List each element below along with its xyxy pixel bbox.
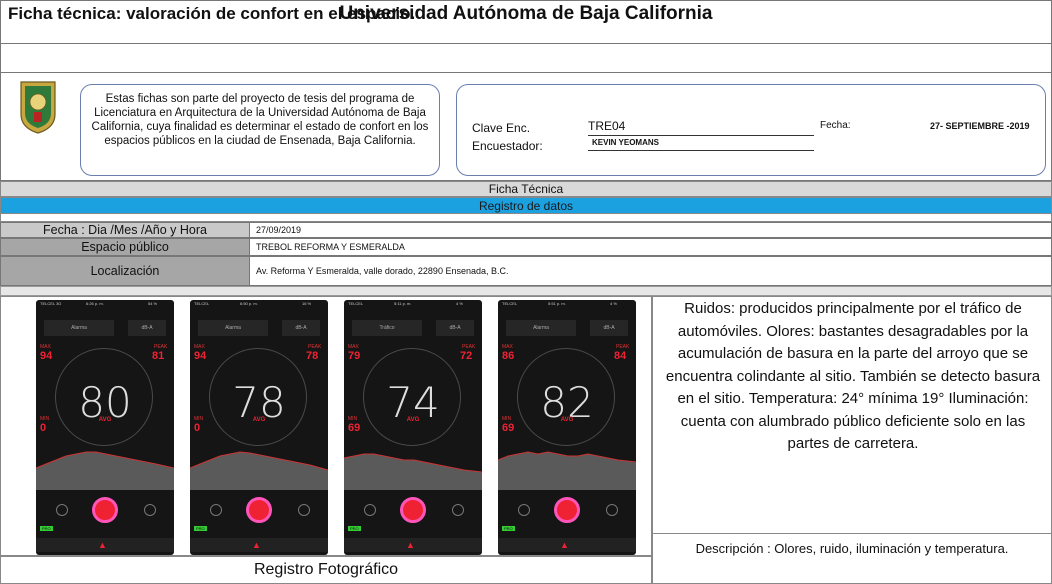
phone-mode-tab: Alarma — [506, 320, 576, 336]
pro-badge: PRO — [40, 526, 53, 531]
phone-nav-bar: ▲ — [36, 538, 174, 552]
noise-graph — [498, 451, 636, 490]
localizacion-label: Localización — [0, 256, 250, 286]
phone-unit-tab: dB-A — [436, 320, 474, 336]
sound-meter-screenshot: TELCEL 6:50 p. m. 16 % Alarma dB-A MAX 94 PEAK 7… — [190, 300, 328, 555]
phone-mode-tab: Alarma — [198, 320, 268, 336]
noise-graph — [190, 451, 328, 490]
university-title: Universidad Autónoma de Baja California — [339, 3, 713, 24]
clave-value: TRE04 — [588, 119, 814, 136]
phone-mode-tab: Alarma — [44, 320, 114, 336]
noise-graph — [344, 453, 482, 490]
avg-label: AVG — [406, 417, 420, 423]
description-text: Descripción : Olores, ruido, iluminación… — [695, 541, 1009, 556]
phone-battery: 4 % — [456, 301, 463, 306]
pro-badge: PRO — [194, 526, 207, 531]
description-divider — [652, 533, 1052, 534]
sound-meter-screenshot: TELCEL 5:11 p. m. 4 % Tráfico dB-A MAX 79 PEAK 7… — [344, 300, 482, 555]
espacio-publico-value: TREBOL REFORMA Y ESMERALDA — [250, 238, 1052, 256]
pause-icon — [518, 504, 530, 516]
phone-mode-tab: Tráfico — [352, 320, 422, 336]
fecha-hora-value: 27/09/2019 — [250, 222, 1052, 238]
photo-caption: Registro Fotográfico — [253, 561, 399, 578]
intro-text: Estas fichas son parte del proyecto de t… — [91, 93, 429, 147]
peak-value: 72 — [460, 350, 473, 362]
phone-unit-tab: dB-A — [282, 320, 320, 336]
clave-label: Clave Enc. — [472, 121, 531, 135]
peak-value: 84 — [614, 350, 627, 362]
record-button — [92, 497, 118, 523]
pause-icon — [56, 504, 68, 516]
spacer-row — [0, 214, 1052, 222]
phone-nav-bar: ▲ — [344, 538, 482, 552]
settings-icon — [144, 504, 156, 516]
max-value: 79 — [348, 350, 361, 362]
avg-label: AVG — [252, 417, 266, 423]
fecha-value: 27- SEPTIEMBRE -2019 — [930, 121, 1030, 131]
espacio-publico-label: Espacio público — [0, 238, 250, 256]
phone-battery: 54 % — [148, 301, 158, 306]
avg-label: AVG — [98, 417, 112, 423]
settings-icon — [606, 504, 618, 516]
sound-meter-screenshot: TELCEL 5:51 p. m. 4 % Alarma dB-A MAX 86 PEAK 84… — [498, 300, 636, 555]
phone-nav-bar: ▲ — [498, 538, 636, 552]
encuestador-value: KEVIN YEOMANS — [588, 136, 814, 151]
flame-icon: ▲ — [252, 540, 261, 550]
phone-unit-tab: dB-A — [128, 320, 166, 336]
pause-icon — [210, 504, 222, 516]
filler-row — [0, 286, 1052, 296]
settings-icon — [298, 504, 310, 516]
phone-nav-bar: ▲ — [190, 538, 328, 552]
flame-icon: ▲ — [406, 540, 415, 550]
max-value: 94 — [40, 350, 53, 362]
notes-text: Ruidos: producidos principalmente por el… — [665, 300, 1041, 452]
registro-datos-header: Registro de datos — [0, 197, 1052, 214]
record-button — [554, 497, 580, 523]
sound-meter-screenshot: TELCEL 3G 6:26 p. m. 54 % Alarma dB-A MAX 94 PE… — [36, 300, 174, 555]
fecha-label: Fecha: — [820, 120, 851, 131]
encuestador-label: Encuestador: — [472, 139, 543, 153]
flame-icon: ▲ — [560, 540, 569, 550]
pro-badge: PRO — [502, 526, 515, 531]
phone-unit-tab: dB-A — [590, 320, 628, 336]
phone-battery: 4 % — [610, 301, 617, 306]
peak-value: 78 — [306, 350, 319, 362]
settings-icon — [452, 504, 464, 516]
university-logo-icon — [20, 81, 56, 134]
pause-icon — [364, 504, 376, 516]
avg-label: AVG — [560, 417, 574, 423]
flame-icon: ▲ — [98, 540, 107, 550]
ficha-tecnica-header: Ficha Técnica — [0, 181, 1052, 197]
phone-battery: 16 % — [302, 301, 312, 306]
peak-value: 81 — [152, 350, 165, 362]
record-button — [246, 497, 272, 523]
university-row — [0, 44, 1052, 73]
record-button — [400, 497, 426, 523]
localizacion-value: Av. Reforma Y Esmeralda, valle dorado, 2… — [250, 256, 1052, 286]
max-value: 94 — [194, 350, 207, 362]
max-value: 86 — [502, 350, 515, 362]
fecha-hora-label: Fecha : Dia /Mes /Año y Hora — [0, 222, 250, 238]
noise-graph — [36, 451, 174, 490]
pro-badge: PRO — [348, 526, 361, 531]
